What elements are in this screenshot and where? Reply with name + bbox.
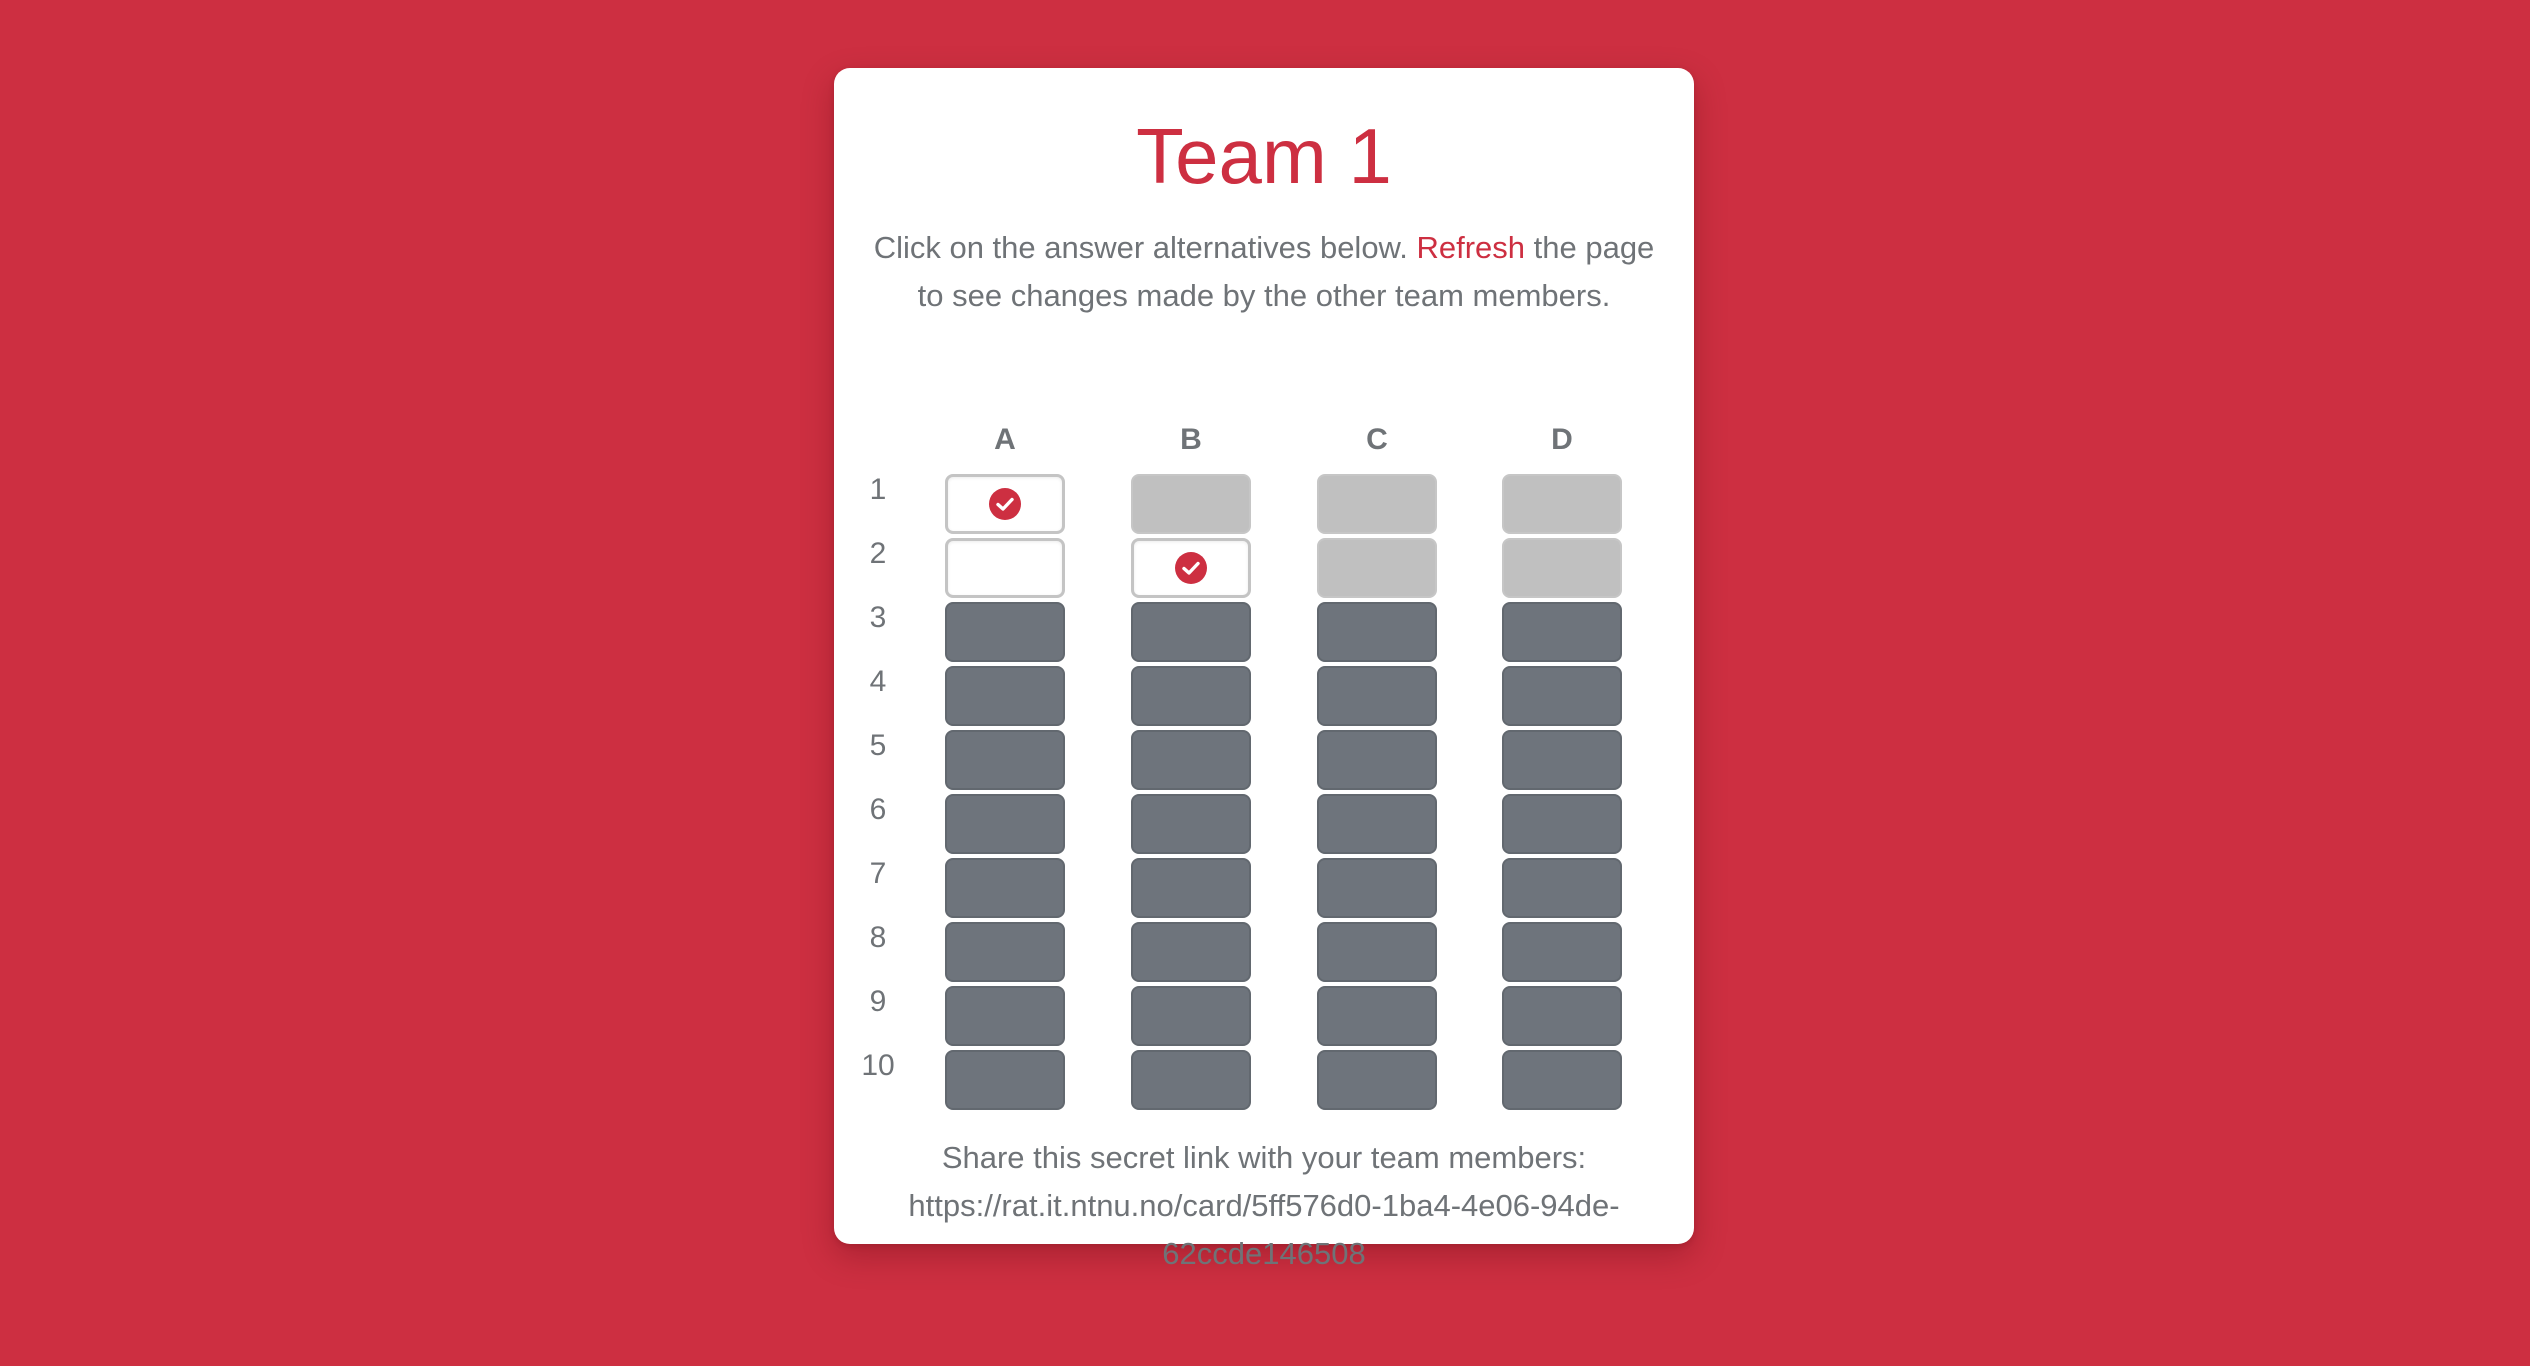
answer-cell-1-b[interactable] bbox=[1131, 474, 1251, 534]
instructions-text: Click on the answer alternatives below. … bbox=[864, 224, 1664, 320]
column-header-a: A bbox=[994, 423, 1016, 456]
answer-cell-4-a[interactable] bbox=[945, 666, 1065, 726]
column-header-d: D bbox=[1551, 423, 1573, 456]
row-label: 4 bbox=[869, 665, 887, 698]
instructions-before: Click on the answer alternatives below. bbox=[873, 230, 1417, 265]
answer-cell-7-b[interactable] bbox=[1131, 858, 1251, 918]
row-label: 8 bbox=[869, 921, 887, 954]
row-label: 2 bbox=[869, 537, 887, 570]
answer-cell-8-c[interactable] bbox=[1317, 922, 1437, 982]
answer-cell-3-d[interactable] bbox=[1502, 602, 1622, 662]
answer-cell-5-c[interactable] bbox=[1317, 730, 1437, 790]
answer-cell-4-c[interactable] bbox=[1317, 666, 1437, 726]
answer-cell-7-d[interactable] bbox=[1502, 858, 1622, 918]
answer-cell-8-a[interactable] bbox=[945, 922, 1065, 982]
answer-cell-5-a[interactable] bbox=[945, 730, 1065, 790]
answer-cell-2-d[interactable] bbox=[1502, 538, 1622, 598]
answer-cell-3-c[interactable] bbox=[1317, 602, 1437, 662]
answer-cell-10-b[interactable] bbox=[1131, 1050, 1251, 1110]
refresh-link[interactable]: Refresh bbox=[1416, 230, 1525, 265]
answer-cell-2-a[interactable] bbox=[945, 538, 1065, 598]
team-card: Team 1 Click on the answer alternatives … bbox=[834, 68, 1694, 1271]
answer-cell-5-d[interactable] bbox=[1502, 730, 1622, 790]
answer-cell-4-d[interactable] bbox=[1502, 666, 1622, 726]
answer-cell-1-c[interactable] bbox=[1317, 474, 1437, 534]
share-label: Share this secret link with your team me… bbox=[941, 1140, 1587, 1175]
answer-cell-10-c[interactable] bbox=[1317, 1050, 1437, 1110]
check-circle-icon bbox=[1175, 552, 1207, 584]
answer-cell-1-d[interactable] bbox=[1502, 474, 1622, 534]
answer-cell-2-b[interactable] bbox=[1131, 538, 1251, 598]
answer-cell-4-b[interactable] bbox=[1131, 666, 1251, 726]
answer-cell-8-d[interactable] bbox=[1502, 922, 1622, 982]
row-label: 7 bbox=[869, 857, 887, 890]
answer-cell-9-b[interactable] bbox=[1131, 986, 1251, 1046]
row-label: 3 bbox=[869, 601, 887, 634]
answer-cell-10-a[interactable] bbox=[945, 1050, 1065, 1110]
column-header-c: C bbox=[1366, 423, 1388, 456]
answer-cell-7-a[interactable] bbox=[945, 858, 1065, 918]
answer-cell-7-c[interactable] bbox=[1317, 858, 1437, 918]
answer-cell-2-c[interactable] bbox=[1317, 538, 1437, 598]
answer-cell-9-d[interactable] bbox=[1502, 986, 1622, 1046]
share-link[interactable]: https://rat.it.ntnu.no/card/5ff576d0-1ba… bbox=[904, 1182, 1624, 1278]
answer-cell-1-a[interactable] bbox=[945, 474, 1065, 534]
answer-cell-6-c[interactable] bbox=[1317, 794, 1437, 854]
page-title: Team 1 bbox=[1136, 112, 1392, 200]
answer-cell-6-a[interactable] bbox=[945, 794, 1065, 854]
row-label: 5 bbox=[869, 729, 887, 762]
answer-cell-8-b[interactable] bbox=[1131, 922, 1251, 982]
row-label: 10 bbox=[861, 1049, 895, 1082]
answer-cell-3-a[interactable] bbox=[945, 602, 1065, 662]
row-label: 6 bbox=[869, 793, 887, 826]
answer-cell-10-d[interactable] bbox=[1502, 1050, 1622, 1110]
answer-cell-6-d[interactable] bbox=[1502, 794, 1622, 854]
answer-cell-9-c[interactable] bbox=[1317, 986, 1437, 1046]
check-circle-icon bbox=[989, 488, 1021, 520]
column-header-b: B bbox=[1180, 423, 1202, 456]
answer-cell-5-b[interactable] bbox=[1131, 730, 1251, 790]
answer-cell-9-a[interactable] bbox=[945, 986, 1065, 1046]
answer-cell-3-b[interactable] bbox=[1131, 602, 1251, 662]
row-label: 9 bbox=[869, 985, 887, 1018]
row-label: 1 bbox=[869, 473, 887, 506]
share-section: Share this secret link with your team me… bbox=[864, 1134, 1664, 1278]
answer-cell-6-b[interactable] bbox=[1131, 794, 1251, 854]
